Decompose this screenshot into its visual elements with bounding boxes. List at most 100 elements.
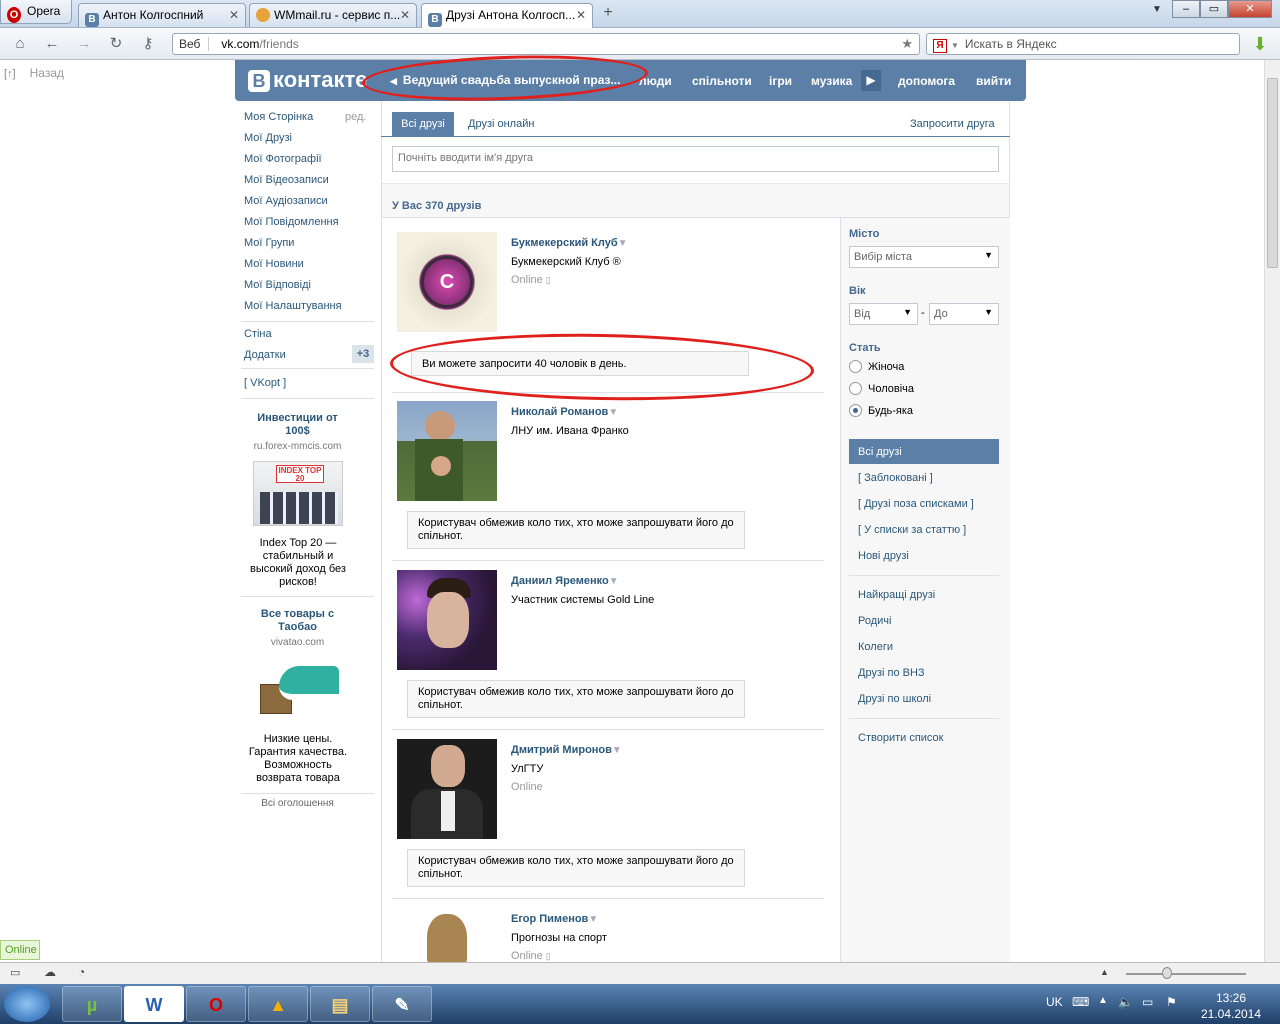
tab-anton[interactable]: В Антон Колгоспний ✕ (78, 3, 246, 27)
ad-title[interactable]: Инвестиции от 100$ (250, 412, 345, 438)
menu-logout[interactable]: вийти (976, 74, 1011, 88)
list-blocked[interactable]: [ Заблоковані ] (858, 472, 933, 484)
friend-avatar[interactable] (397, 739, 497, 839)
sidebar-item-apps[interactable]: Додатки (244, 349, 286, 361)
new-tab-button[interactable]: + (598, 4, 618, 24)
home-icon[interactable]: ⌂ (10, 35, 30, 53)
friend-avatar[interactable]: C (397, 232, 497, 332)
key-icon[interactable]: ⚷ (138, 35, 158, 53)
close-window-button[interactable]: ✕ (1228, 0, 1272, 18)
list-outside[interactable]: [ Друзі поза списками ] (858, 498, 974, 510)
sidebar-item-friends[interactable]: Мої Друзі (244, 132, 292, 144)
friend-name[interactable]: Егор Пименов▼ (511, 913, 598, 925)
zoom-handle[interactable] (1162, 967, 1172, 979)
start-button[interactable] (4, 986, 50, 1022)
back-icon[interactable]: ← (42, 35, 62, 53)
dropdown-icon[interactable]: ▼ (612, 745, 622, 756)
friend-name[interactable]: Даниил Яременко▼ (511, 575, 619, 587)
scroll-thumb[interactable] (1267, 78, 1278, 268)
close-icon[interactable]: ✕ (576, 8, 586, 22)
sidebar-item-photos[interactable]: Мої Фотографії (244, 153, 322, 165)
sidebar-item-answers[interactable]: Мої Відповіді (244, 279, 311, 291)
dropdown-icon[interactable]: ▼ (618, 238, 628, 249)
list-university[interactable]: Друзі по ВНЗ (858, 667, 925, 679)
language-indicator[interactable]: UK (1046, 995, 1063, 1009)
all-ads-link[interactable]: Всі оголошення (241, 798, 354, 809)
list-best[interactable]: Найкращі друзі (858, 589, 935, 601)
sidebar-item-videos[interactable]: Мої Відеозаписи (244, 174, 329, 186)
menu-people[interactable]: люди (639, 74, 672, 88)
tab-wmmail[interactable]: WMmail.ru - сервис п... ✕ (249, 3, 417, 27)
explorer-icon[interactable]: ▤ (310, 986, 370, 1022)
speed-dial-icon[interactable]: ◔ (78, 965, 85, 979)
system-clock[interactable]: 13:26 21.04.2014 (1196, 990, 1266, 1022)
dropdown-icon[interactable]: ▼ (588, 914, 598, 925)
network-icon[interactable]: ▭ (1142, 995, 1153, 1009)
create-list-link[interactable]: Створити список (858, 732, 943, 744)
sidebar-item-settings[interactable]: Мої Налаштування (244, 300, 342, 312)
address-bar[interactable]: Веб vk.com/friends ★ (172, 33, 920, 55)
utorrent-icon[interactable]: µ (62, 986, 122, 1022)
dropdown-icon[interactable]: ▼ (608, 407, 618, 418)
cloud-icon[interactable]: ☁ (44, 965, 56, 979)
opera-taskbar-icon[interactable]: O (186, 986, 246, 1022)
list-all-friends[interactable]: Всі друзі (849, 439, 999, 464)
bookmark-star-icon[interactable]: ★ (901, 36, 913, 52)
sidebar-item-vkopt[interactable]: [ VKopt ] (244, 377, 286, 389)
opera-menu-button[interactable]: O Opera (0, 0, 72, 24)
close-icon[interactable]: ✕ (400, 8, 410, 22)
invite-friend-link[interactable]: Запросити друга (910, 118, 995, 130)
zoom-slider[interactable] (1126, 973, 1246, 975)
promo-text[interactable]: ◀ Ведущий свадьба выпускной праз... (390, 73, 620, 87)
panel-toggle-icon[interactable]: ▭ (10, 966, 20, 979)
age-from-select[interactable]: Від ▼ (849, 303, 918, 325)
restore-button[interactable]: ▭ (1200, 0, 1228, 18)
tray-expand-icon[interactable]: ▲ (1098, 995, 1108, 1006)
close-icon[interactable]: ✕ (229, 8, 239, 22)
tab-all-friends[interactable]: Всі друзі (392, 112, 454, 136)
app-icon[interactable]: ▲ (248, 986, 308, 1022)
zoom-up-icon[interactable]: ▲ (1100, 967, 1109, 977)
radio-any[interactable] (849, 404, 862, 417)
volume-icon[interactable]: 🔈 (1118, 995, 1133, 1009)
radio-label[interactable]: Жіноча (868, 361, 904, 373)
ad-image[interactable] (257, 656, 345, 721)
friend-avatar[interactable] (397, 401, 497, 501)
tab-friends-online[interactable]: Друзі онлайн (468, 118, 534, 130)
sidebar-item-news[interactable]: Мої Новини (244, 258, 304, 270)
minimize-button[interactable]: – (1172, 0, 1200, 18)
sidebar-item-messages[interactable]: Мої Повідомлення (244, 216, 339, 228)
sidebar-item-my-page[interactable]: Моя Сторінка (244, 111, 313, 123)
back-link[interactable]: [↑] Назад (4, 66, 64, 80)
radio-male[interactable] (849, 382, 862, 395)
city-select[interactable]: Вибір міста ▼ (849, 246, 999, 268)
list-colleagues[interactable]: Колеги (858, 641, 893, 653)
list-new[interactable]: Нові друзі (858, 550, 909, 562)
dropdown-icon[interactable]: ▼ (609, 576, 619, 587)
paint-icon[interactable]: ✎ (372, 986, 432, 1022)
tab-friends[interactable]: В Друзі Антона Колгосп... ✕ (421, 3, 593, 28)
age-to-select[interactable]: До ▼ (929, 303, 999, 325)
vk-logo[interactable]: Вконтакте (248, 67, 367, 93)
friend-name[interactable]: Букмекерский Клуб▼ (511, 237, 628, 249)
list-school[interactable]: Друзі по школі (858, 693, 931, 705)
menu-games[interactable]: ігри (769, 74, 792, 88)
radio-female[interactable] (849, 360, 862, 373)
forward-icon[interactable]: → (74, 35, 94, 53)
menu-help[interactable]: допомога (898, 74, 955, 88)
scroll-top-icon[interactable]: [↑] (4, 68, 16, 80)
word-icon[interactable]: W (124, 986, 184, 1022)
chevron-right-icon[interactable]: ▶ (861, 70, 881, 91)
radio-label[interactable]: Будь-яка (868, 405, 913, 417)
radio-label[interactable]: Чоловіча (868, 383, 914, 395)
sidebar-item-wall[interactable]: Стіна (244, 328, 272, 340)
friend-search-input[interactable]: Почніть вводити ім'я друга (392, 146, 999, 172)
menu-music[interactable]: музика (811, 74, 852, 88)
sidebar-item-groups[interactable]: Мої Групи (244, 237, 294, 249)
flag-icon[interactable]: ⚑ (1166, 995, 1177, 1009)
sidebar-item-audio[interactable]: Мої Аудіозаписи (244, 195, 328, 207)
list-relatives[interactable]: Родичі (858, 615, 891, 627)
list-by-sex[interactable]: [ У списки за статтю ] (858, 524, 966, 536)
keyboard-icon[interactable]: ⌨ (1072, 995, 1089, 1009)
friend-name[interactable]: Дмитрий Миронов▼ (511, 744, 622, 756)
